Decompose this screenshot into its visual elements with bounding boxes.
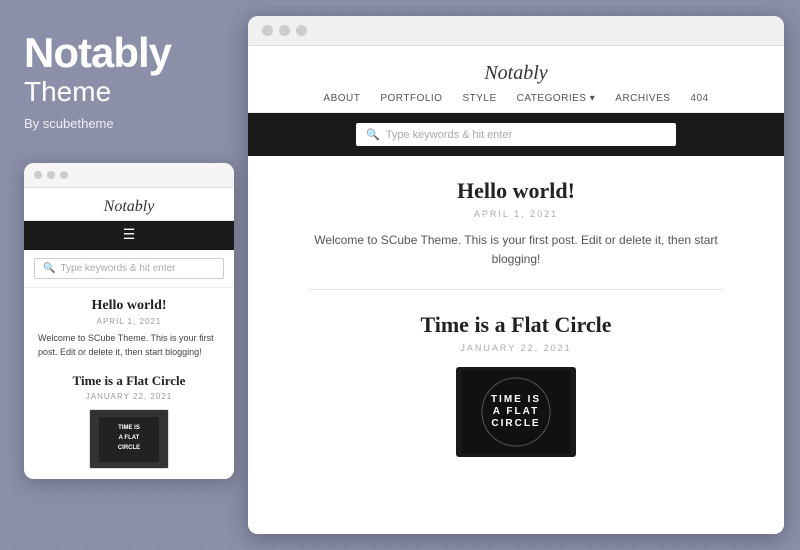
desktop-inner: Notably ABOUT PORTFOLIO STYLE CATEGORIES…	[248, 46, 784, 534]
desktop-post2-title: Time is a Flat Circle	[308, 312, 724, 338]
mobile-site-title: Notably	[24, 198, 234, 216]
left-panel: Notably Theme By scubetheme Notably ☰ 🔍 …	[0, 0, 248, 550]
mobile-titlebar	[24, 163, 234, 188]
desktop-mockup-wrapper: Notably ABOUT PORTFOLIO STYLE CATEGORIES…	[248, 0, 800, 550]
desktop-dot-2	[279, 25, 290, 36]
mobile-search-placeholder: Type keywords & hit enter	[60, 263, 175, 274]
mobile-thumbnail: TIME IS A FLAT CIRCLE	[89, 409, 169, 469]
mobile-post2-title: Time is a Flat Circle	[38, 373, 220, 389]
desktop-titlebar	[248, 16, 784, 46]
desktop-post1-date: APRIL 1, 2021	[308, 209, 724, 219]
mobile-post1-date: APRIL 1, 2021	[38, 317, 220, 326]
nav-categories[interactable]: CATEGORIES ▾	[517, 93, 596, 104]
desktop-search-placeholder: Type keywords & hit enter	[386, 129, 513, 141]
svg-text:TIME IS: TIME IS	[491, 394, 541, 405]
desktop-post1-title: Hello world!	[308, 178, 724, 204]
hamburger-icon[interactable]: ☰	[123, 227, 136, 244]
dot-yellow	[47, 171, 55, 179]
desktop-thumbnail: TIME IS A FLAT CIRCLE	[456, 367, 576, 457]
nav-portfolio[interactable]: PORTFOLIO	[380, 93, 442, 104]
desktop-dot-1	[262, 25, 273, 36]
nav-about[interactable]: ABOUT	[323, 93, 360, 104]
nav-404[interactable]: 404	[690, 93, 708, 104]
desktop-dot-3	[296, 25, 307, 36]
nav-style[interactable]: STYLE	[462, 93, 496, 104]
brand-subtitle: Theme	[24, 76, 224, 108]
desktop-nav: ABOUT PORTFOLIO STYLE CATEGORIES ▾ ARCHI…	[248, 93, 784, 104]
desktop-mockup: Notably ABOUT PORTFOLIO STYLE CATEGORIES…	[248, 16, 784, 534]
desktop-post2-date: JANUARY 22, 2021	[308, 343, 724, 353]
dot-red	[34, 171, 42, 179]
mobile-search-bar: 🔍 Type keywords & hit enter	[24, 250, 234, 288]
dot-green	[60, 171, 68, 179]
search-icon: 🔍	[43, 263, 55, 274]
mobile-post1-text: Welcome to SCube Theme. This is your fir…	[38, 332, 220, 359]
desktop-post1: Hello world! APRIL 1, 2021 Welcome to SC…	[308, 156, 724, 290]
mobile-content: Hello world! APRIL 1, 2021 Welcome to SC…	[24, 288, 234, 479]
nav-archives[interactable]: ARCHIVES	[615, 93, 670, 104]
desktop-post2: Time is a Flat Circle JANUARY 22, 2021 T…	[308, 290, 724, 467]
mobile-search-box: 🔍 Type keywords & hit enter	[34, 258, 224, 279]
desktop-site-title: Notably	[248, 62, 784, 85]
brand-title: Notably	[24, 30, 224, 76]
mobile-post1-title: Hello world!	[38, 298, 220, 314]
mobile-post2-date: JANUARY 22, 2021	[38, 392, 220, 401]
svg-text:CIRCLE: CIRCLE	[118, 445, 140, 451]
svg-text:A FLAT: A FLAT	[493, 406, 539, 417]
desktop-search-icon: 🔍	[366, 128, 380, 141]
svg-text:A FLAT: A FLAT	[119, 435, 140, 441]
svg-text:CIRCLE: CIRCLE	[491, 418, 540, 429]
desktop-search-input-wrap[interactable]: 🔍 Type keywords & hit enter	[356, 123, 676, 146]
desktop-search-bar: 🔍 Type keywords & hit enter	[248, 113, 784, 156]
mobile-header: Notably	[24, 188, 234, 221]
desktop-post1-text: Welcome to SCube Theme. This is your fir…	[308, 231, 724, 269]
desktop-site-header: Notably ABOUT PORTFOLIO STYLE CATEGORIES…	[248, 46, 784, 113]
mobile-menu-bar: ☰	[24, 221, 234, 250]
desktop-posts: Hello world! APRIL 1, 2021 Welcome to SC…	[248, 156, 784, 534]
brand-author: By scubetheme	[24, 116, 224, 131]
svg-text:TIME IS: TIME IS	[118, 425, 140, 431]
mobile-mockup: Notably ☰ 🔍 Type keywords & hit enter He…	[24, 163, 234, 479]
